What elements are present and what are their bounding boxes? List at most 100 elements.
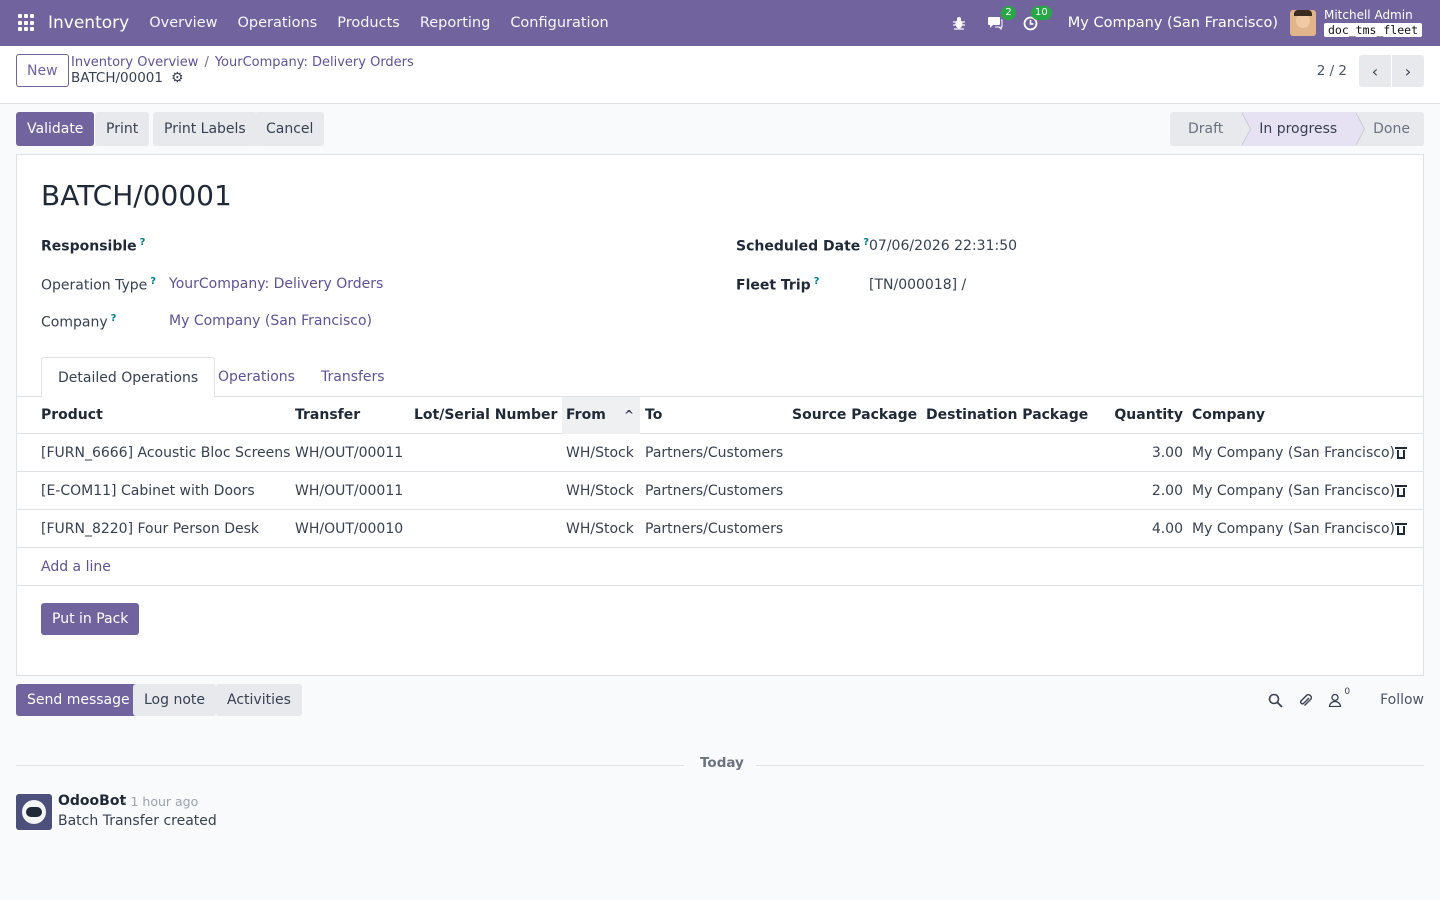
chatter-message: OdooBot - 1 hour ago Batch Transfer crea… <box>16 790 1424 840</box>
help-tooltip-icon[interactable]: ? <box>814 276 820 287</box>
responsible-field[interactable] <box>169 237 669 257</box>
column-header-destination-package[interactable]: Destination Package <box>926 397 1088 434</box>
breadcrumb-delivery-orders[interactable]: YourCompany: Delivery Orders <box>215 55 414 70</box>
send-message-button[interactable]: Send message <box>16 684 141 716</box>
help-tooltip-icon[interactable]: ? <box>111 313 117 324</box>
cell-quantity[interactable]: 2.00 <box>1097 472 1183 510</box>
stage-done[interactable]: Done <box>1355 112 1424 146</box>
operation-type-field[interactable]: YourCompany: Delivery Orders <box>169 276 383 292</box>
cancel-button[interactable]: Cancel <box>255 112 325 146</box>
cell-product[interactable]: [E-COM11] Cabinet with Doors <box>41 472 255 510</box>
column-header-company[interactable]: Company <box>1192 397 1265 434</box>
cell-to[interactable]: Partners/Customers <box>645 434 783 472</box>
breadcrumb-current: BATCH/00001 ⚙ <box>71 70 184 86</box>
apps-menu-icon[interactable] <box>18 14 36 32</box>
divider-line <box>16 765 684 766</box>
table-row[interactable]: [FURN_6666] Acoustic Bloc Screens WH/OUT… <box>17 434 1423 472</box>
add-line-link[interactable]: Add a line <box>41 548 111 586</box>
search-icon[interactable] <box>1266 691 1284 709</box>
stage-in-progress-label: In progress <box>1259 121 1338 137</box>
breadcrumb-inventory-overview[interactable]: Inventory Overview <box>71 55 198 70</box>
breadcrumb: Inventory Overview / YourCompany: Delivery… <box>71 55 414 70</box>
cell-product[interactable]: [FURN_6666] Acoustic Bloc Screens <box>41 434 290 472</box>
column-header-to[interactable]: To <box>645 397 662 434</box>
print-button[interactable]: Print <box>95 112 150 146</box>
pager-next-button[interactable]: › <box>1392 55 1424 87</box>
column-header-transfer[interactable]: Transfer <box>295 397 360 434</box>
cell-quantity[interactable]: 3.00 <box>1097 434 1183 472</box>
cell-to[interactable]: Partners/Customers <box>645 472 783 510</box>
stage-done-label: Done <box>1373 121 1410 137</box>
help-tooltip-icon[interactable]: ? <box>140 237 146 248</box>
company-label: Company? <box>41 313 117 331</box>
app-name[interactable]: Inventory <box>48 13 129 33</box>
record-title[interactable]: BATCH/00001 <box>41 179 232 212</box>
pager-previous-button[interactable]: ‹ <box>1359 55 1391 87</box>
activities-button[interactable]: Activities <box>216 684 302 716</box>
print-labels-button[interactable]: Print Labels <box>153 112 257 146</box>
menu-configuration[interactable]: Configuration <box>500 15 618 31</box>
stage-draft[interactable]: Draft <box>1169 112 1252 146</box>
cell-transfer[interactable]: WH/OUT/00011 <box>295 434 403 472</box>
cell-product[interactable]: [FURN_8220] Four Person Desk <box>41 510 259 548</box>
stage-in-progress[interactable]: In progress <box>1241 112 1366 146</box>
chatter-topbar: Send message Log note Activities 0 Follo… <box>16 684 1424 716</box>
cell-company[interactable]: My Company (San Francisco) <box>1192 472 1395 510</box>
menu-reporting[interactable]: Reporting <box>410 15 501 31</box>
cell-to[interactable]: Partners/Customers <box>645 510 783 548</box>
responsible-label: Responsible? <box>41 237 146 255</box>
detailed-operations-table: Product Transfer Lot/Serial Number From … <box>17 397 1423 586</box>
log-note-button[interactable]: Log note <box>133 684 216 716</box>
gear-icon[interactable]: ⚙ <box>171 70 184 86</box>
put-in-pack-button[interactable]: Put in Pack <box>41 603 140 635</box>
trash-icon[interactable] <box>1395 446 1407 460</box>
sort-ascending-icon: ^ <box>623 408 634 422</box>
paperclip-icon[interactable] <box>1296 691 1314 709</box>
cell-quantity[interactable]: 4.00 <box>1097 510 1183 548</box>
cell-from[interactable]: WH/Stock <box>566 510 634 548</box>
column-header-source-package[interactable]: Source Package <box>792 397 917 434</box>
table-row[interactable]: [FURN_8220] Four Person Desk WH/OUT/0001… <box>17 510 1423 548</box>
company-switcher[interactable]: My Company (San Francisco) <box>1068 15 1278 31</box>
messages-icon[interactable]: 2 <box>984 6 1016 34</box>
column-header-lot-serial[interactable]: Lot/Serial Number <box>414 397 557 434</box>
message-author[interactable]: OdooBot <box>58 793 126 809</box>
scheduled-date-field[interactable]: 07/06/2026 22:31:50 <box>869 238 1017 254</box>
notebook-tabs: Detailed Operations Operations Transfers <box>17 357 1423 398</box>
debug-bug-icon[interactable] <box>948 12 970 34</box>
new-button[interactable]: New <box>16 54 69 87</box>
cell-company[interactable]: My Company (San Francisco) <box>1192 510 1395 548</box>
cell-transfer[interactable]: WH/OUT/00011 <box>295 472 403 510</box>
menu-overview[interactable]: Overview <box>139 15 227 31</box>
database-name: doc_tms_fleet <box>1323 22 1422 37</box>
cell-from[interactable]: WH/Stock <box>566 472 634 510</box>
fleet-trip-field[interactable]: [TN/000018] / <box>869 277 966 293</box>
cell-from[interactable]: WH/Stock <box>566 434 634 472</box>
status-bar: Validate Print Print Labels Cancel Draft… <box>16 112 1424 147</box>
company-field[interactable]: My Company (San Francisco) <box>169 313 372 329</box>
user-menu[interactable]: Mitchell Admin doc_tms_fleet <box>1323 9 1422 37</box>
trash-icon[interactable] <box>1395 484 1407 498</box>
tab-detailed-operations[interactable]: Detailed Operations <box>41 357 216 398</box>
date-divider-label: Today <box>700 755 744 771</box>
odoobot-avatar[interactable] <box>16 794 52 830</box>
cell-transfer[interactable]: WH/OUT/00010 <box>295 510 403 548</box>
tab-transfers[interactable]: Transfers <box>305 357 401 397</box>
column-header-from[interactable]: From ^ <box>562 397 640 434</box>
column-header-product[interactable]: Product <box>41 397 103 434</box>
column-header-quantity[interactable]: Quantity <box>1097 397 1183 434</box>
follow-button[interactable]: Follow <box>1380 692 1424 708</box>
tab-operations[interactable]: Operations <box>202 357 311 397</box>
trash-icon[interactable] <box>1395 522 1407 536</box>
menu-products[interactable]: Products <box>327 15 410 31</box>
pager-value[interactable]: 2 / 2 <box>1317 63 1347 79</box>
cell-company[interactable]: My Company (San Francisco) <box>1192 434 1395 472</box>
date-divider: Today <box>16 755 1424 775</box>
table-row[interactable]: [E-COM11] Cabinet with Doors WH/OUT/0001… <box>17 472 1423 510</box>
followers-icon[interactable]: 0 <box>1326 687 1350 709</box>
user-avatar[interactable] <box>1289 10 1316 36</box>
help-tooltip-icon[interactable]: ? <box>150 276 156 287</box>
activities-clock-icon[interactable]: 10 <box>1020 6 1052 34</box>
validate-button[interactable]: Validate <box>16 112 95 146</box>
menu-operations[interactable]: Operations <box>227 15 327 31</box>
